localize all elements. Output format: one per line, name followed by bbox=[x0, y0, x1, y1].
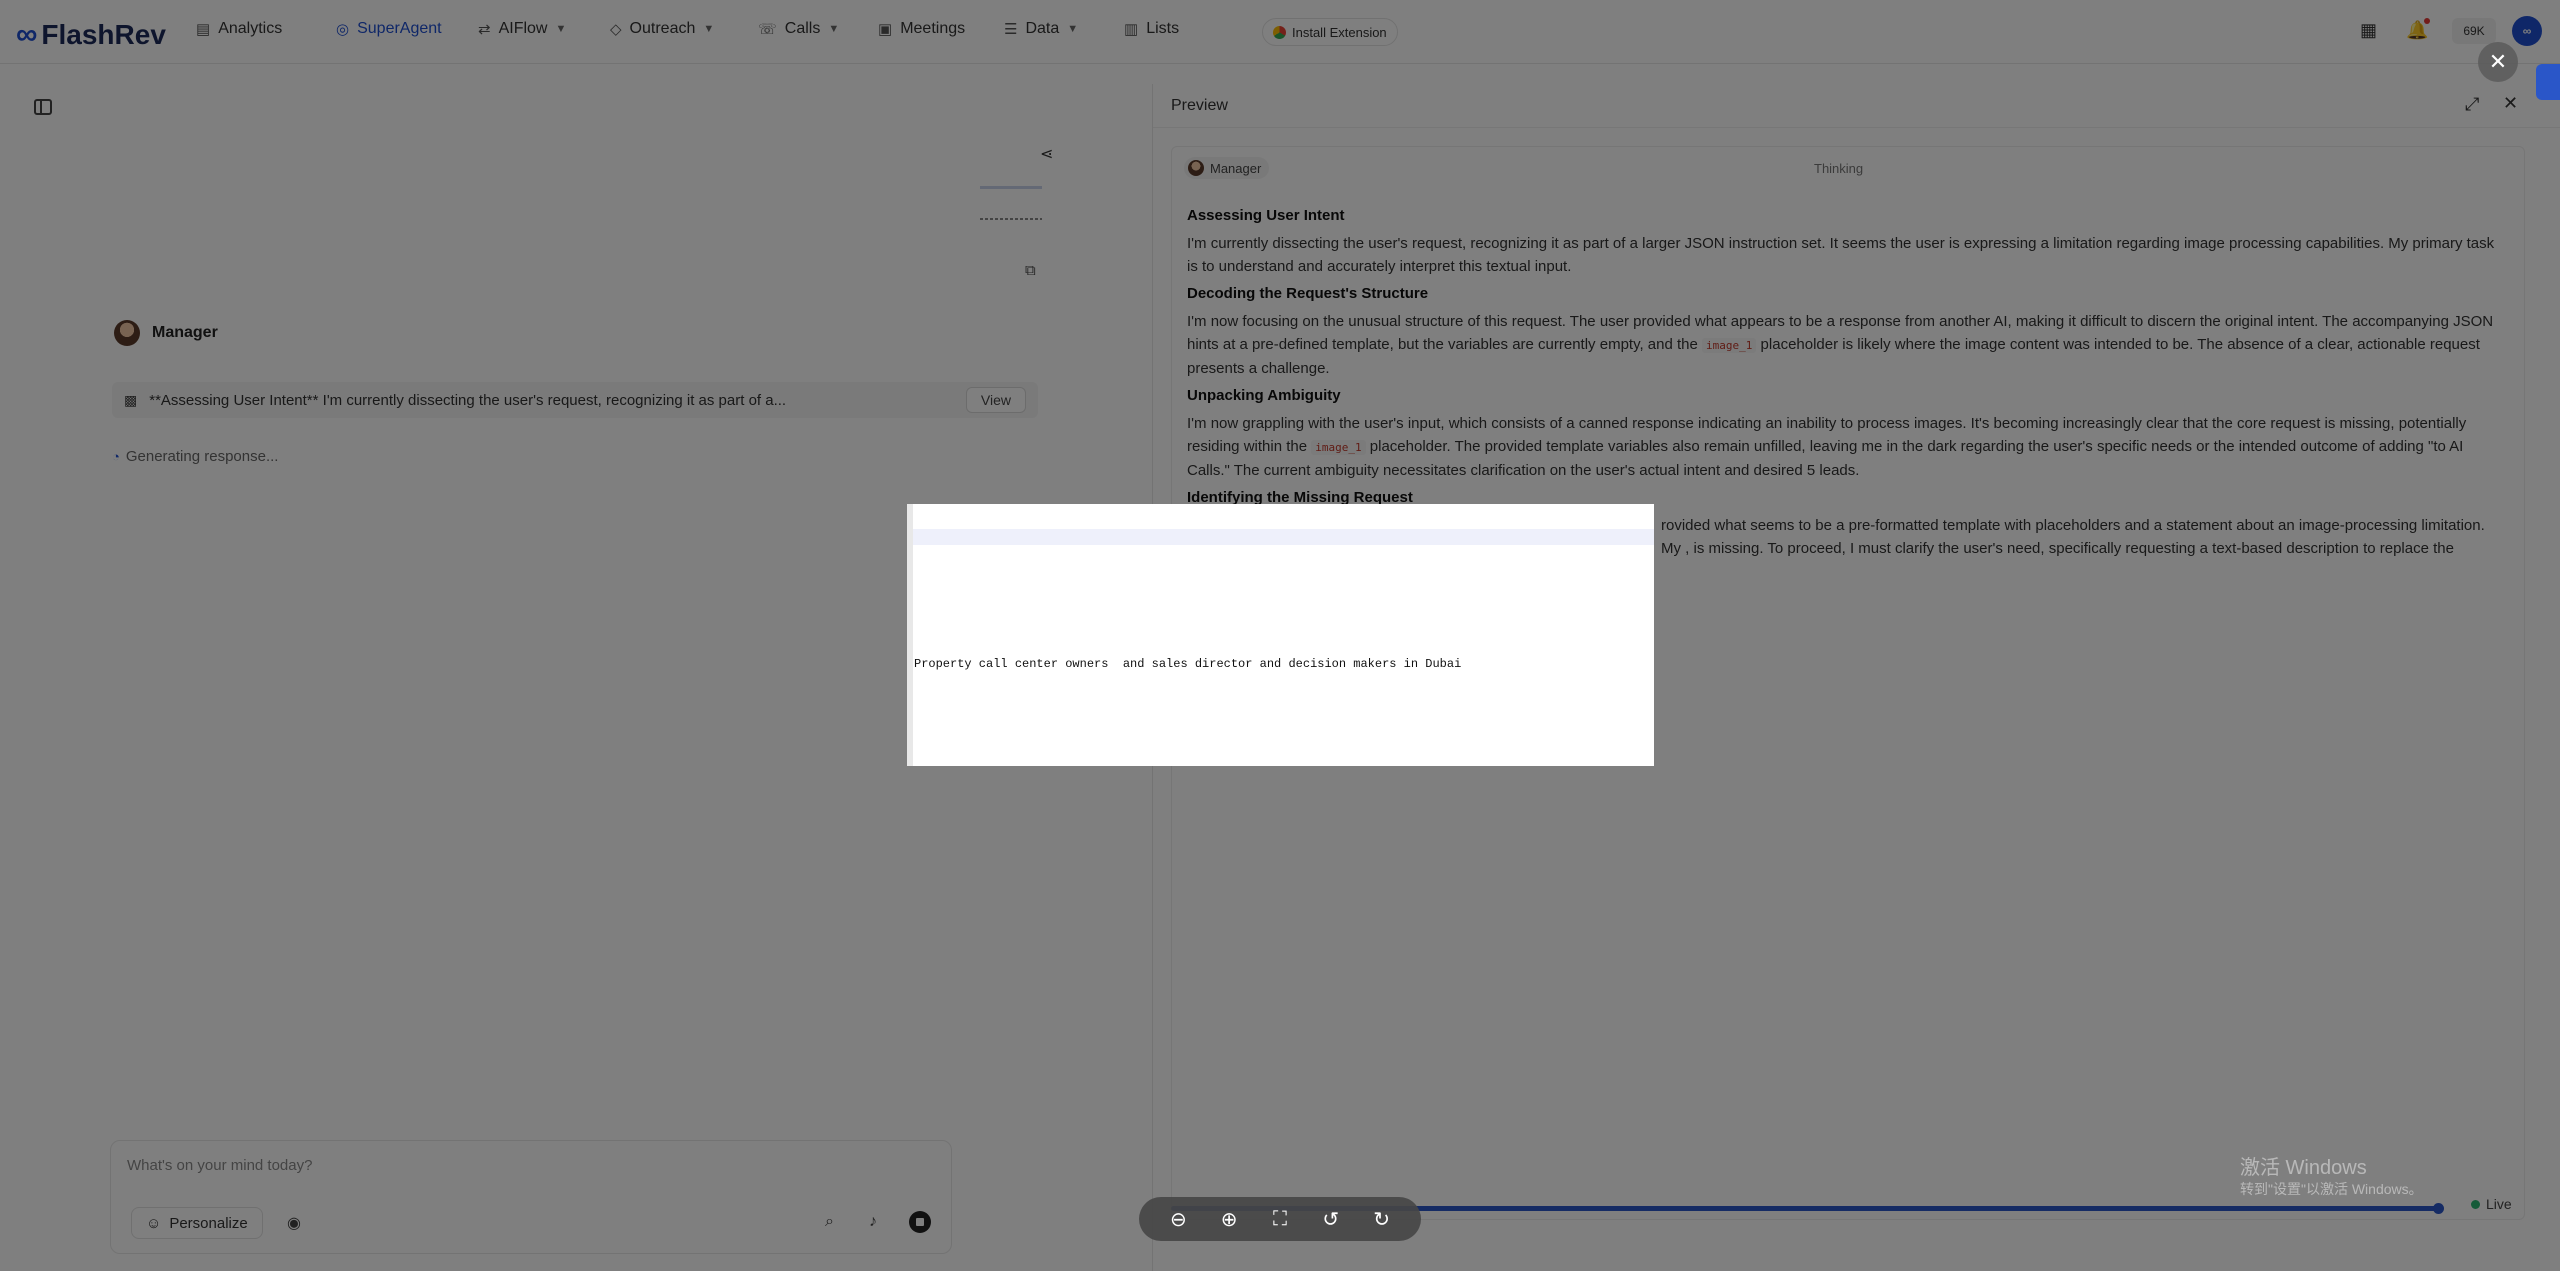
image-text: Property call center owners and sales di… bbox=[914, 657, 1462, 671]
viewer-image: Property call center owners and sales di… bbox=[907, 504, 1654, 766]
rotate-right-icon[interactable]: ↻ bbox=[1367, 1207, 1397, 1232]
zoom-in-icon[interactable]: ⊕ bbox=[1214, 1207, 1244, 1232]
viewer-toolbar: ⊖ ⊕ ⛶ ↺ ↻ bbox=[1139, 1197, 1421, 1241]
viewer-close-button[interactable]: ✕ bbox=[2478, 42, 2518, 82]
image-highlight-band bbox=[913, 529, 1654, 545]
windows-activation-watermark: 激活 Windows 转到"设置"以激活 Windows。 bbox=[2240, 1156, 2423, 1198]
watermark-line1: 激活 Windows bbox=[2240, 1157, 2367, 1179]
zoom-out-icon[interactable]: ⊖ bbox=[1163, 1207, 1193, 1232]
side-panel-tab[interactable] bbox=[2536, 64, 2560, 100]
rotate-left-icon[interactable]: ↺ bbox=[1316, 1207, 1346, 1232]
fit-screen-icon[interactable]: ⛶ bbox=[1265, 1208, 1295, 1231]
watermark-line2: 转到"设置"以激活 Windows。 bbox=[2240, 1181, 2423, 1197]
